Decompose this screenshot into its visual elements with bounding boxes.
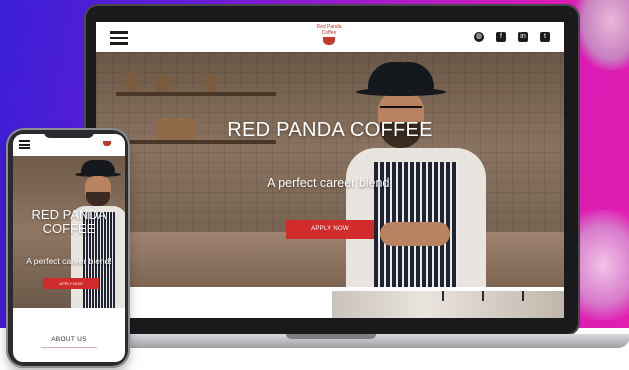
about-preview xyxy=(96,287,564,318)
site-header: Red Panda Coffee ◍ f in t xyxy=(96,22,564,52)
laptop-screen: Red Panda Coffee ◍ f in t RED PANDA COFF… xyxy=(96,22,564,318)
mobile-hero-title-line1: RED PANDA xyxy=(31,207,107,222)
linkedin-icon[interactable]: in xyxy=(518,32,528,42)
mobile-apply-now-button[interactable]: APPLY NOW xyxy=(43,278,99,289)
mobile-hero: RED PANDA COFFEE A perfect career blend!… xyxy=(13,156,125,308)
logo-text: Red Panda Coffee xyxy=(316,24,342,36)
coffee-cup-icon xyxy=(323,37,335,45)
twitter-icon[interactable]: t xyxy=(540,32,550,42)
hero-title: RED PANDA COFFEE xyxy=(227,119,433,141)
mobile-hero-title-line2: COFFEE xyxy=(42,221,96,236)
jar xyxy=(156,76,170,92)
jar xyxy=(206,74,216,92)
jar xyxy=(126,72,138,92)
mobile-about-heading: ABOUT US xyxy=(51,336,87,343)
mobile-logo[interactable] xyxy=(101,138,113,148)
background-hand xyxy=(575,0,629,70)
mobile-menu-icon[interactable] xyxy=(19,140,30,149)
hero-section: RED PANDA COFFEE A perfect career blend!… xyxy=(96,52,564,287)
phone-screen: RED PANDA COFFEE A perfect career blend!… xyxy=(13,134,125,362)
coffee-cup-icon xyxy=(103,141,111,146)
apply-now-button[interactable]: APPLY NOW xyxy=(286,220,374,239)
globe-icon[interactable]: ◍ xyxy=(474,32,484,42)
shelf xyxy=(116,92,276,96)
cafe-interior-image xyxy=(332,291,564,318)
facebook-icon[interactable]: f xyxy=(496,32,506,42)
menu-icon[interactable] xyxy=(110,31,128,45)
barista-image xyxy=(336,62,496,287)
mobile-hero-title: RED PANDA COFFEE xyxy=(13,208,125,236)
social-links: ◍ f in t xyxy=(474,32,550,42)
mobile-hero-subtitle: A perfect career blend! xyxy=(26,256,112,266)
about-divider xyxy=(41,347,97,348)
phone-notch xyxy=(44,130,94,138)
site-logo[interactable]: Red Panda Coffee xyxy=(314,24,344,50)
hero-subtitle: A perfect career blend! xyxy=(267,176,393,190)
laptop-notch xyxy=(286,334,376,339)
